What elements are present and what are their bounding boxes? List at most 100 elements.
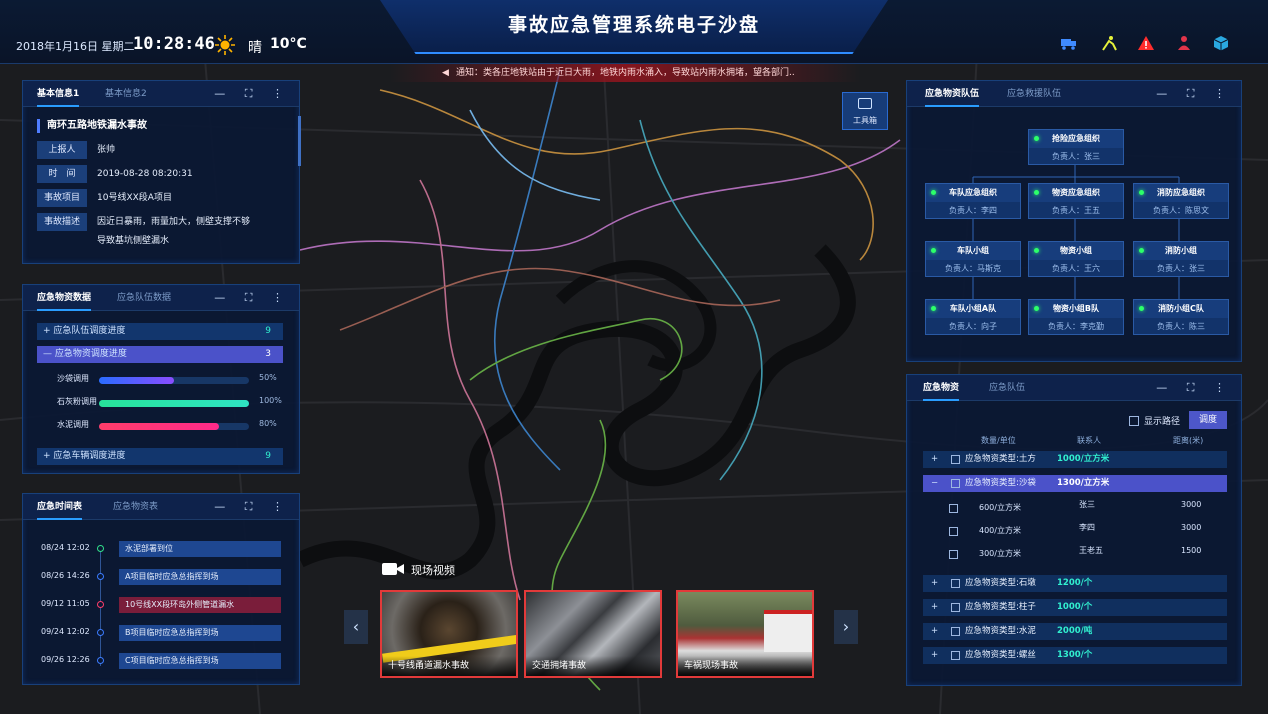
timeline-text: B项目临时应急总指挥到场 xyxy=(125,628,219,637)
material-name: 应急物资类型:水泥 xyxy=(965,626,1036,636)
org-node[interactable]: 车队应急组织 负责人：李四 xyxy=(925,183,1021,219)
material-qty: 1200/个 xyxy=(1057,578,1093,588)
sub-contact: 李四 xyxy=(1079,523,1095,532)
notice-bar: ◀ 通知：类各庄地铁站由于近日大雨，地铁内雨水涌入，导致站内雨水拥堵，望各部门.… xyxy=(390,64,860,82)
org-node[interactable]: 消防小组C队负责人：陈三 xyxy=(1133,299,1229,335)
material-row[interactable]: + 应急物资类型:石墩 1200/个 xyxy=(923,575,1227,592)
org-name: 消防小组 xyxy=(1134,242,1228,260)
timeline-event[interactable]: 10号线XX段环岛外侧管道漏水 xyxy=(119,597,281,613)
video-title: 现场视频 xyxy=(411,564,455,577)
row-checkbox[interactable] xyxy=(951,455,960,464)
org-lead: 负责人：陈三 xyxy=(1157,322,1205,331)
worker-icon[interactable] xyxy=(1100,35,1118,51)
tab-basic-info-2[interactable]: 基本信息2 xyxy=(105,81,147,107)
row-checkbox[interactable] xyxy=(951,603,960,612)
timeline-dot xyxy=(97,657,104,664)
org-node-root[interactable]: 抢险应急组织 负责人：张三 xyxy=(1028,129,1124,165)
panel-controls[interactable]: — ⛶ ⋮ xyxy=(1156,381,1233,395)
tab-teams[interactable]: 应急队伍 xyxy=(989,375,1025,401)
timeline-text: A项目临时应急总指挥到场 xyxy=(125,572,219,581)
status-dot xyxy=(931,306,936,311)
bar-fill xyxy=(99,400,249,407)
row-checkbox[interactable] xyxy=(951,627,960,636)
material-qty: 1000/个 xyxy=(1057,602,1093,612)
video-thumb-crash[interactable]: 车祸现场事故 xyxy=(676,590,814,678)
warning-icon[interactable] xyxy=(1137,35,1155,51)
row-checkbox[interactable] xyxy=(951,479,960,488)
org-lead: 负责人：王六 xyxy=(1052,264,1100,273)
row-checkbox[interactable] xyxy=(951,579,960,588)
material-row[interactable]: + 应急物资类型:螺丝 1300/个 xyxy=(923,647,1227,664)
tab-basic-info-1[interactable]: 基本信息1 xyxy=(37,81,80,107)
video-caption: 十号线甬道漏水事故 xyxy=(382,656,516,676)
org-node[interactable]: 物资小组 负责人：王六 xyxy=(1028,241,1124,277)
sub-checkbox[interactable] xyxy=(949,504,958,513)
timeline-event[interactable]: B项目临时应急总指挥到场 xyxy=(119,625,281,641)
cube-icon[interactable] xyxy=(1212,35,1230,51)
sub-checkbox[interactable] xyxy=(949,550,958,559)
video-thumb-tunnel[interactable]: 十号线甬道漏水事故 xyxy=(380,590,518,678)
bar-value: 100% xyxy=(259,396,282,405)
material-row[interactable]: + 应急物资类型:水泥 2000/吨 xyxy=(923,623,1227,640)
scroll-thumb[interactable] xyxy=(298,116,301,166)
info-label: 事故描述 xyxy=(37,213,87,231)
org-lead: 负责人：王五 xyxy=(1052,206,1100,215)
timeline-event[interactable]: C项目临时应急总指挥到场 xyxy=(119,653,281,669)
expand-sign[interactable]: + xyxy=(931,451,938,468)
accordion-supply-progress[interactable]: — 应急物资调度进度 3 xyxy=(37,346,283,363)
status-dot xyxy=(1034,136,1039,141)
panel-controls[interactable]: — ⛶ ⋮ xyxy=(214,291,291,305)
panel-controls[interactable]: — ⛶ ⋮ xyxy=(214,87,291,101)
video-next-button[interactable]: › xyxy=(834,610,858,644)
material-row[interactable]: − 应急物资类型:沙袋 1300/立方米 xyxy=(923,475,1227,492)
truck-icon[interactable] xyxy=(1060,35,1078,51)
acc-label: 应急车辆调度进度 xyxy=(53,451,126,461)
material-row[interactable]: + 应急物资类型:土方 1000/立方米 xyxy=(923,451,1227,468)
toolbox-button[interactable]: 工具箱 xyxy=(842,92,888,130)
bar-label: 沙袋调用 xyxy=(57,374,89,383)
expand-sign[interactable]: + xyxy=(931,575,938,592)
bar-fill xyxy=(99,423,219,430)
material-row[interactable]: + 应急物资类型:柱子 1000/个 xyxy=(923,599,1227,616)
sub-checkbox[interactable] xyxy=(949,527,958,536)
panel-controls[interactable]: — ⛶ ⋮ xyxy=(214,500,291,514)
tab-supply-data[interactable]: 应急物资数据 xyxy=(37,285,92,311)
acc-label: 应急物资调度进度 xyxy=(54,349,127,359)
row-checkbox[interactable] xyxy=(951,651,960,660)
col-qty: 数量/单位 xyxy=(981,436,1016,445)
info-row: 时 间 2019-08-28 08:20:31 xyxy=(23,165,293,183)
show-route-checkbox[interactable] xyxy=(1129,416,1139,426)
expand-sign[interactable]: + xyxy=(931,599,938,616)
org-node[interactable]: 消防应急组织 负责人：陈思文 xyxy=(1133,183,1229,219)
tab-materials[interactable]: 应急物资 xyxy=(923,375,960,401)
tab-team-data[interactable]: 应急队伍数据 xyxy=(117,285,171,311)
tab-timeline[interactable]: 应急时间表 xyxy=(37,494,83,520)
status-dot xyxy=(1139,190,1144,195)
accordion-team-progress[interactable]: + 应急队伍调度进度 9 xyxy=(37,323,283,340)
material-qty: 1000/立方米 xyxy=(1057,454,1110,464)
status-dot xyxy=(1034,248,1039,253)
timeline-time: 08/26 14:26 xyxy=(41,571,90,580)
video-prev-button[interactable]: ‹ xyxy=(344,610,368,644)
org-node[interactable]: 物资小组B队 负责人：李克勤 xyxy=(1028,299,1124,335)
expand-sign[interactable]: + xyxy=(931,647,938,664)
tab-supply-table[interactable]: 应急物资表 xyxy=(113,494,158,520)
video-thumb-traffic[interactable]: 交通拥堵事故 xyxy=(524,590,662,678)
material-name: 应急物资类型:土方 xyxy=(965,454,1036,464)
org-node[interactable]: 消防小组 负责人：张三 xyxy=(1133,241,1229,277)
org-name: 消防小组C队 xyxy=(1134,300,1228,318)
org-node[interactable]: 车队小组 负责人：马斯克 xyxy=(925,241,1021,277)
person-icon[interactable] xyxy=(1175,35,1193,51)
sun-icon xyxy=(215,35,235,55)
expand-sign[interactable]: + xyxy=(931,623,938,640)
timeline-event[interactable]: A项目临时应急总指挥到场 xyxy=(119,569,281,585)
dispatch-button[interactable]: 调度 xyxy=(1189,411,1227,429)
org-node[interactable]: 物资应急组织 负责人：王五 xyxy=(1028,183,1124,219)
material-qty: 1300/立方米 xyxy=(1057,478,1110,488)
accordion-vehicle-progress[interactable]: + 应急车辆调度进度 9 xyxy=(37,448,283,465)
timeline-event[interactable]: 水泥部署到位 xyxy=(119,541,281,557)
org-node[interactable]: 车队小组A队 负责人：向子 xyxy=(925,299,1021,335)
acc-count: 9 xyxy=(265,326,271,336)
expand-sign[interactable]: − xyxy=(931,475,938,492)
basic-info-panel: 基本信息1 基本信息2 — ⛶ ⋮ 南环五路地铁漏水事故 上报人 张帅 时 间 20… xyxy=(22,80,301,264)
